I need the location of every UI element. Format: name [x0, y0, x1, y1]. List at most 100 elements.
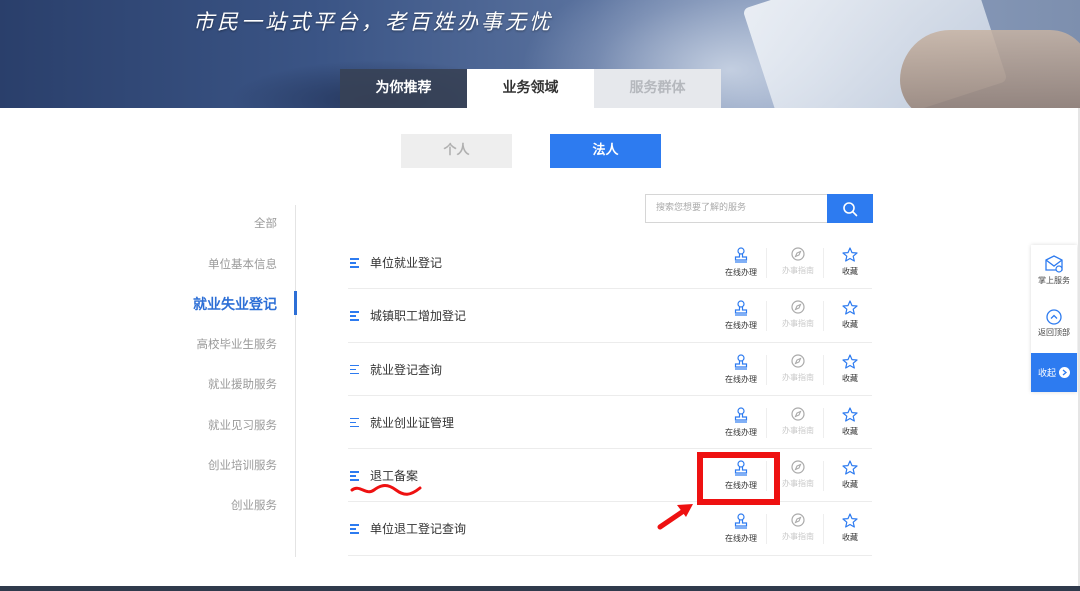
service-guide-label: 办事指南: [782, 425, 814, 435]
chevron-up-icon: [1046, 309, 1062, 325]
service-guide-button[interactable]: 办事指南: [778, 353, 818, 383]
online-handle-button[interactable]: 在线办理: [721, 247, 761, 278]
sidebar-item-employment-aid[interactable]: 就业援助服务: [208, 376, 277, 392]
back-to-top-label: 返回顶部: [1038, 328, 1070, 337]
favorite-label: 收藏: [842, 426, 858, 436]
service-guide-button[interactable]: 办事指南: [778, 407, 818, 436]
envelope-icon: [1045, 255, 1063, 273]
favorite-button[interactable]: 收藏: [830, 247, 870, 277]
service-guide-button[interactable]: 办事指南: [778, 513, 818, 542]
list-bullet-icon: [350, 258, 359, 268]
tab-recommend[interactable]: 为你推荐: [340, 69, 467, 108]
search-icon: [843, 201, 858, 216]
search-button[interactable]: [827, 194, 873, 223]
service-guide-label: 办事指南: [782, 319, 814, 329]
legal-entity-button[interactable]: 法人: [550, 134, 661, 168]
compass-icon: [791, 407, 805, 421]
list-bullet-icon: [350, 364, 359, 375]
service-guide-button[interactable]: 办事指南: [778, 247, 818, 276]
favorite-label: 收藏: [842, 533, 858, 543]
online-handle-button[interactable]: 在线办理: [721, 513, 761, 544]
online-handle-button[interactable]: 在线办理: [721, 300, 761, 331]
red-arrow-annotation: [657, 504, 693, 530]
service-title[interactable]: 就业创业证管理: [370, 414, 454, 431]
list-item: 单位就业登记 在线办理 办事指南 收藏: [348, 236, 872, 290]
service-guide-button[interactable]: 办事指南: [778, 460, 818, 489]
sidebar-item-unit-info[interactable]: 单位基本信息: [208, 256, 277, 272]
service-guide-label: 办事指南: [782, 372, 814, 382]
sidebar-item-employment-registration[interactable]: 就业失业登记: [193, 294, 277, 314]
favorite-label: 收藏: [842, 267, 858, 276]
online-handle-label: 在线办理: [725, 374, 757, 384]
collapse-label: 收起: [1037, 369, 1056, 379]
list-item: 单位退工登记查询 在线办理 办事指南 收藏: [348, 502, 872, 556]
compass-icon: [791, 300, 805, 314]
star-icon: [842, 513, 858, 529]
service-title[interactable]: 单位就业登记: [370, 254, 442, 271]
search-input[interactable]: 搜索您想要了解的服务: [645, 194, 828, 223]
list-bullet-icon: [350, 417, 359, 428]
online-handle-label: 在线办理: [725, 534, 757, 544]
list-item: 就业创业证管理 在线办理 办事指南 收藏: [348, 396, 872, 450]
banner-hand-image: [900, 30, 1080, 108]
star-icon: [842, 247, 858, 262]
back-to-top-button[interactable]: 返回顶部: [1031, 309, 1077, 338]
favorite-label: 收藏: [842, 320, 858, 330]
chevron-right-icon: [1059, 367, 1070, 378]
compass-icon: [791, 353, 805, 368]
red-underline-annotation: [350, 484, 422, 496]
floating-side-panel: 掌上服务 返回顶部 收起: [1031, 245, 1077, 392]
tab-business-domain[interactable]: 业务领域: [467, 69, 594, 108]
compass-icon: [791, 460, 805, 474]
list-bullet-icon: [350, 311, 359, 321]
favorite-button[interactable]: 收藏: [830, 460, 870, 490]
sidebar-item-internship[interactable]: 就业见习服务: [208, 417, 277, 433]
star-icon: [842, 407, 858, 422]
page: 市民一站式平台，老百姓办事无忧 为你推荐 业务领域 服务群体 个人 法人 全部 …: [0, 0, 1080, 591]
star-icon: [842, 460, 858, 475]
compass-icon: [791, 247, 805, 261]
service-guide-label: 办事指南: [782, 266, 814, 275]
service-title[interactable]: 单位退工登记查询: [370, 520, 466, 537]
service-title[interactable]: 就业登记查询: [370, 361, 442, 378]
sidebar-item-graduate-services[interactable]: 高校毕业生服务: [197, 336, 278, 352]
red-highlight-box-annotation: [697, 452, 780, 505]
online-handle-button[interactable]: 在线办理: [721, 353, 761, 385]
stamp-icon: [734, 513, 748, 530]
mobile-service-button[interactable]: 掌上服务: [1031, 255, 1077, 286]
personal-button[interactable]: 个人: [401, 134, 512, 168]
online-handle-button[interactable]: 在线办理: [721, 407, 761, 438]
stamp-icon: [734, 247, 748, 263]
favorite-button[interactable]: 收藏: [830, 353, 870, 384]
sidebar-item-entrepreneurship-training[interactable]: 创业培训服务: [208, 457, 277, 473]
service-list: 单位就业登记 在线办理 办事指南 收藏 城镇职工增加登记 在线办理 办事指南 收…: [348, 236, 872, 556]
top-tabs: 为你推荐 业务领域 服务群体: [340, 69, 721, 108]
mobile-service-label: 掌上服务: [1038, 276, 1070, 285]
favorite-label: 收藏: [842, 373, 858, 383]
star-icon: [842, 353, 858, 369]
list-item: 就业登记查询 在线办理 办事指南 收藏: [348, 343, 872, 396]
service-guide-label: 办事指南: [782, 532, 814, 542]
service-title[interactable]: 城镇职工增加登记: [370, 307, 466, 324]
service-guide-button[interactable]: 办事指南: [778, 300, 818, 329]
banner-slogan: 市民一站式平台，老百姓办事无忧: [193, 10, 553, 34]
tab-service-groups[interactable]: 服务群体: [594, 69, 721, 108]
stamp-icon: [734, 300, 748, 316]
favorite-label: 收藏: [842, 480, 858, 490]
sidebar-item-all[interactable]: 全部: [254, 215, 277, 231]
sidebar-item-entrepreneurship-services[interactable]: 创业服务: [231, 497, 277, 513]
stamp-icon: [734, 353, 748, 370]
online-handle-label: 在线办理: [725, 321, 757, 331]
service-guide-label: 办事指南: [782, 479, 814, 489]
stamp-icon: [734, 407, 748, 423]
compass-icon: [791, 513, 805, 528]
online-handle-label: 在线办理: [725, 427, 757, 437]
online-handle-label: 在线办理: [725, 268, 757, 277]
favorite-button[interactable]: 收藏: [830, 513, 870, 543]
favorite-button[interactable]: 收藏: [830, 407, 870, 437]
sidebar-active-indicator: [294, 291, 297, 315]
favorite-button[interactable]: 收藏: [830, 300, 870, 330]
list-item: 城镇职工增加登记 在线办理 办事指南 收藏: [348, 289, 872, 343]
star-icon: [842, 300, 858, 315]
collapse-button[interactable]: 收起: [1031, 353, 1077, 392]
